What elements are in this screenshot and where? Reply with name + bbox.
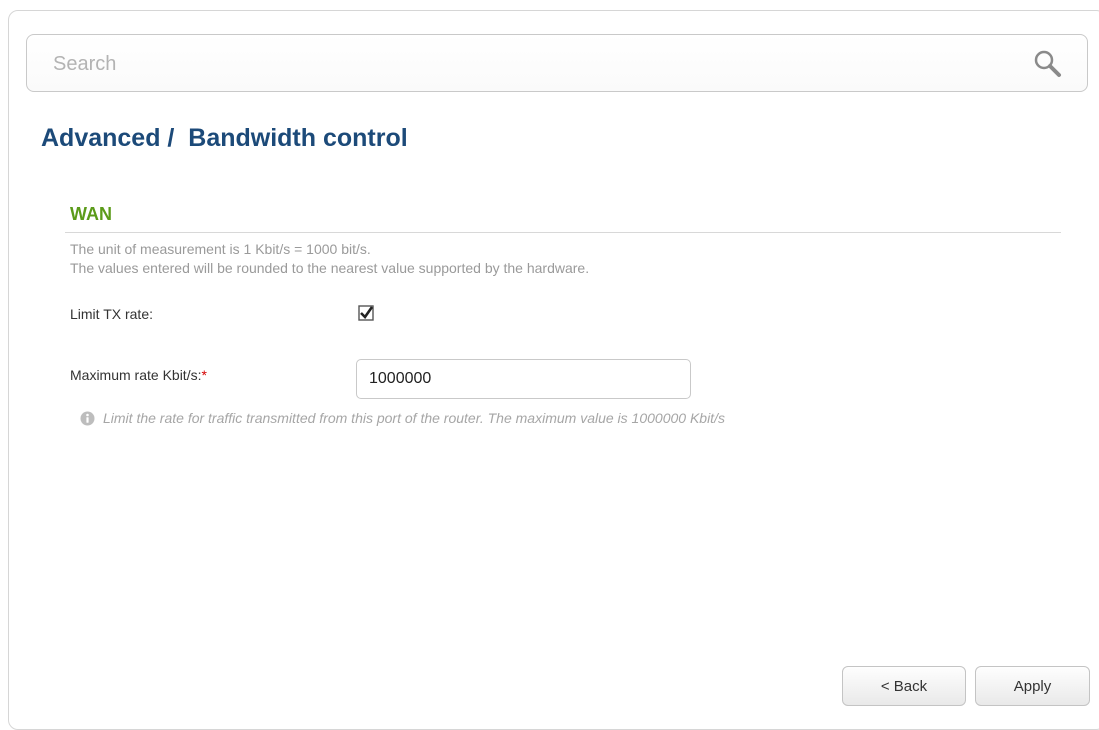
search-bar	[26, 34, 1088, 93]
hint-text: Limit the rate for traffic transmitted f…	[103, 410, 725, 426]
section-title-wan: WAN	[70, 204, 112, 224]
max-rate-label-text: Maximum rate Kbit/s:	[70, 367, 202, 383]
max-rate-input[interactable]	[356, 359, 691, 399]
back-button[interactable]: < Back	[842, 666, 966, 706]
limit-tx-checkbox[interactable]	[358, 305, 374, 321]
apply-button[interactable]: Apply	[975, 666, 1090, 706]
info-icon	[80, 411, 95, 425]
rounding-note: The values entered will be rounded to th…	[70, 260, 590, 276]
unit-note: The unit of measurement is 1 Kbit/s = 10…	[70, 241, 371, 257]
max-rate-label: Maximum rate Kbit/s:*	[70, 367, 207, 383]
max-rate-hint: Limit the rate for traffic transmitted f…	[80, 410, 725, 426]
search-icon[interactable]	[1033, 49, 1063, 79]
page-title: Advanced / Bandwidth control	[41, 124, 408, 152]
required-marker: *	[201, 367, 207, 383]
limit-tx-label: Limit TX rate:	[70, 306, 153, 322]
section-divider	[65, 232, 1061, 233]
search-input[interactable]	[51, 35, 1015, 93]
